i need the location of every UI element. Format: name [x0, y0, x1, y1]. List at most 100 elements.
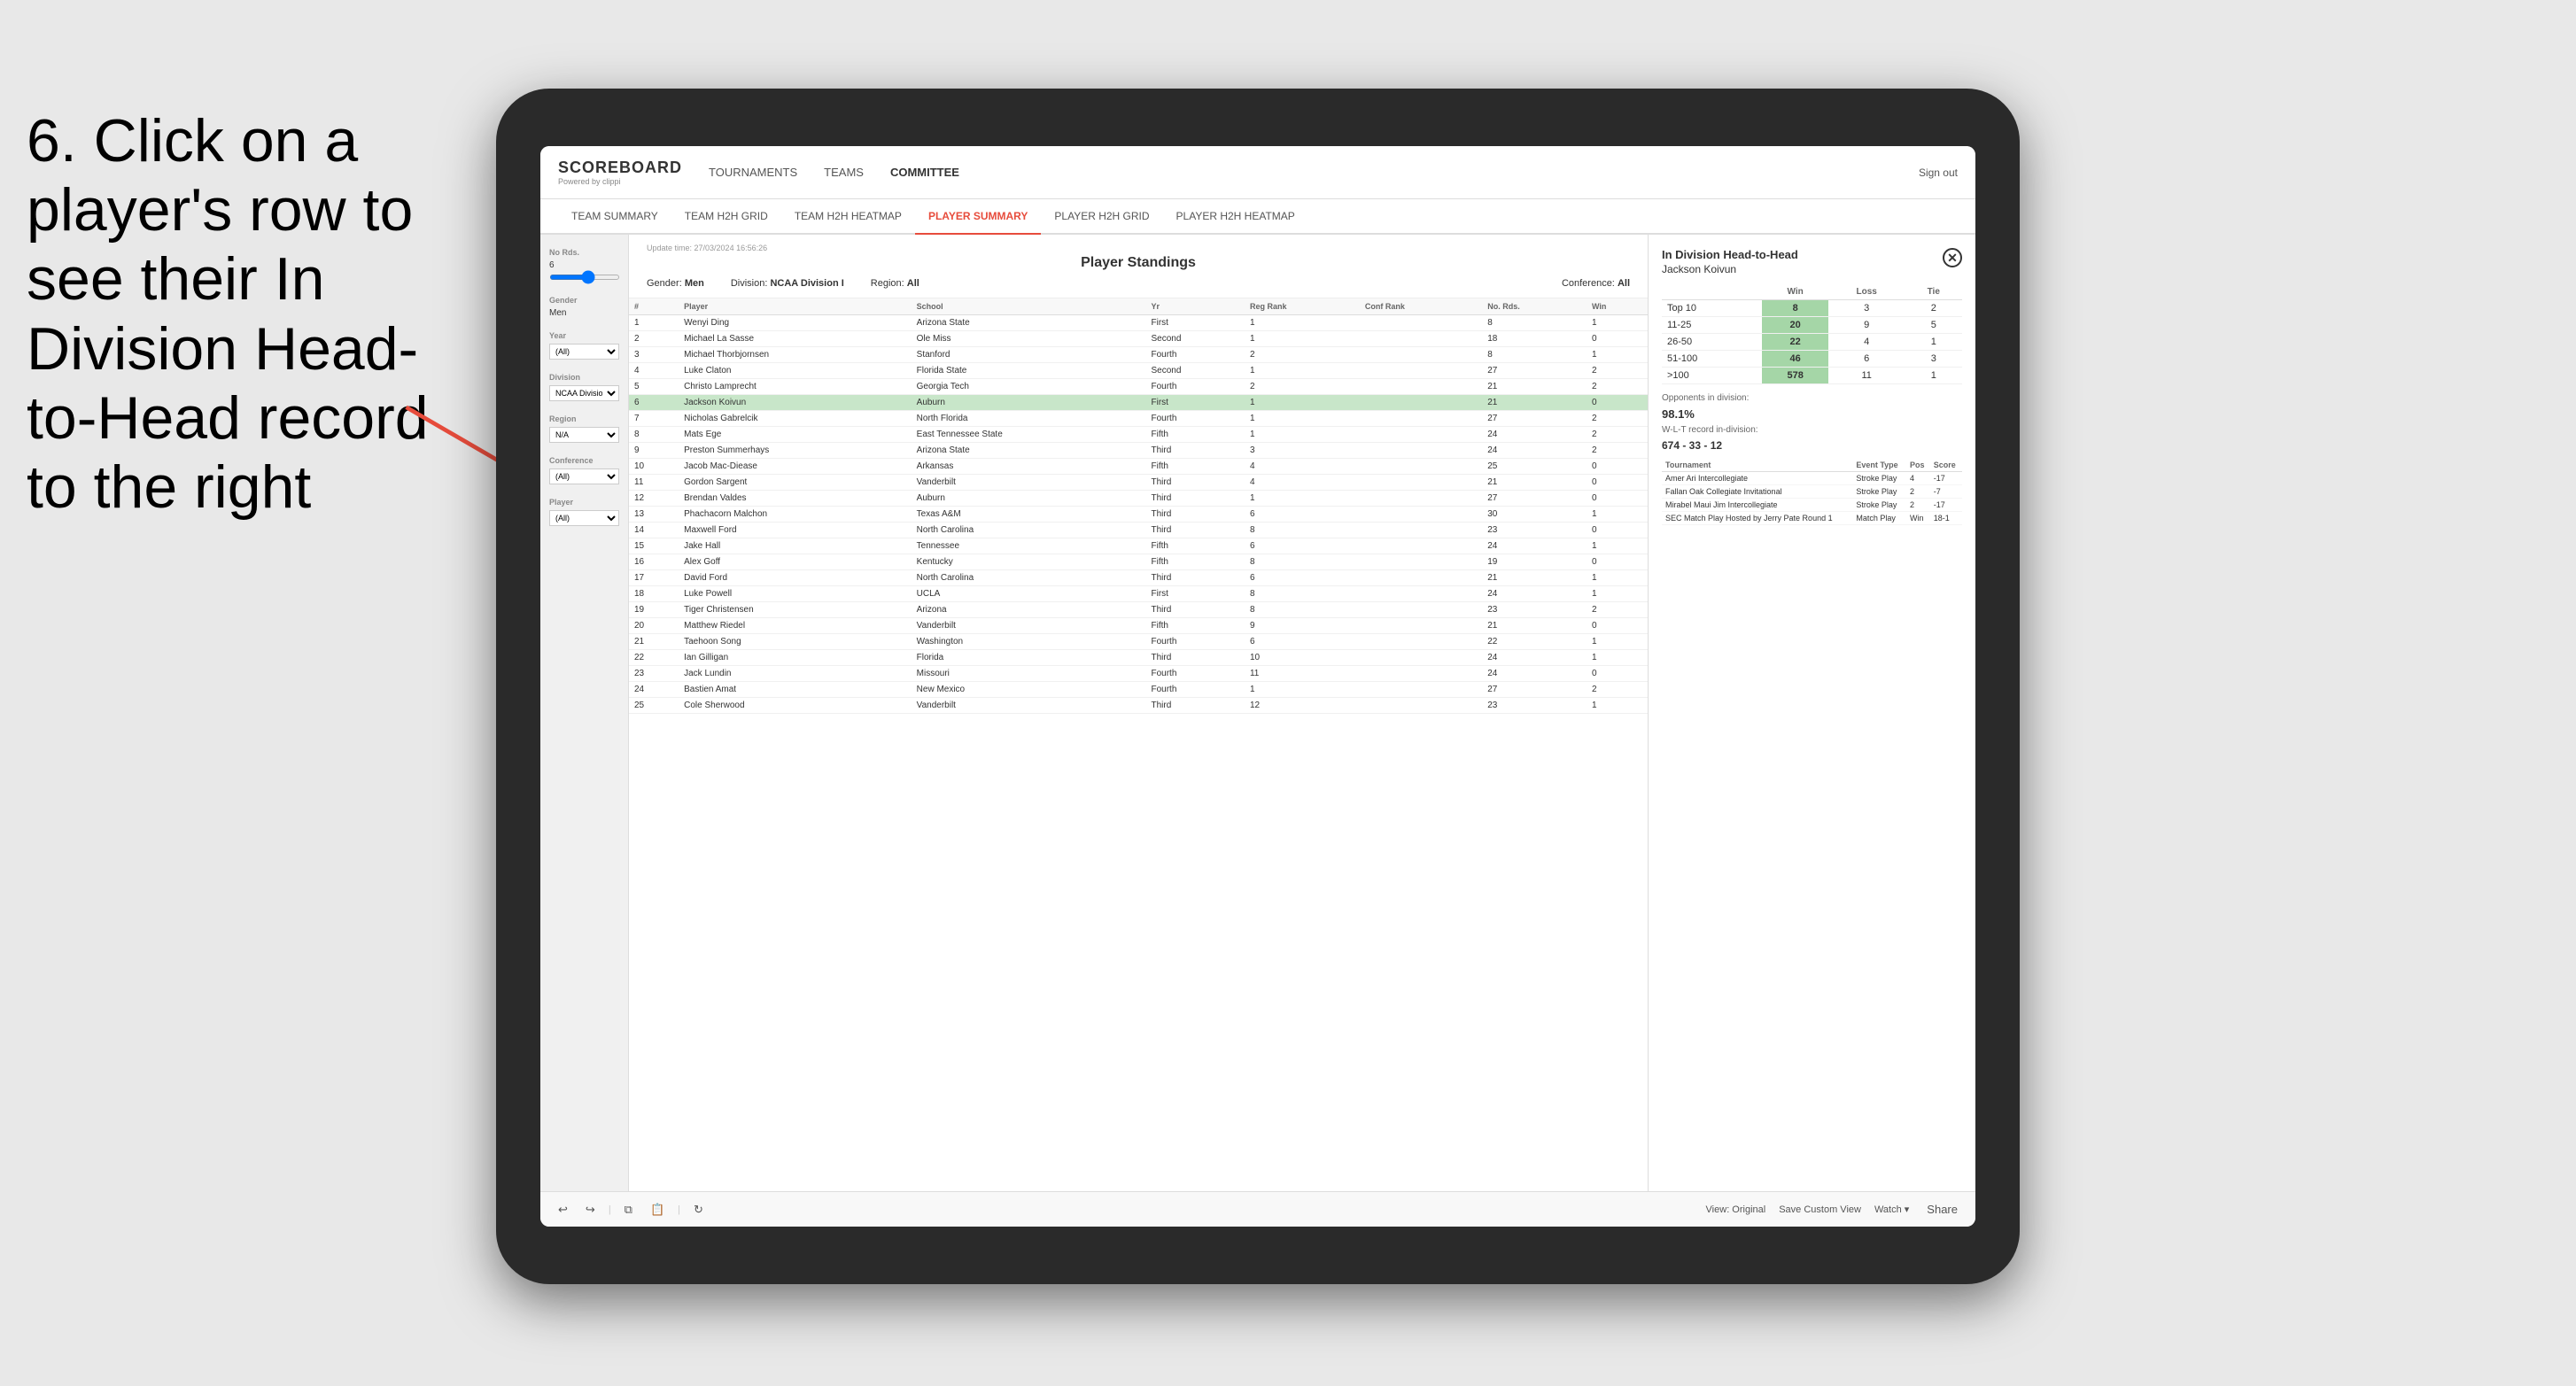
- opp-section: Opponents in division: 98.1% W-L-T recor…: [1662, 393, 1962, 452]
- refresh-btn[interactable]: ↻: [689, 1201, 708, 1219]
- watch-btn[interactable]: Watch ▾: [1874, 1204, 1909, 1215]
- sign-out-link[interactable]: Sign out: [1919, 166, 1958, 179]
- table-row[interactable]: 18 Luke Powell UCLA First 8 24 1: [629, 586, 1648, 602]
- tab-player-h2h-grid[interactable]: PLAYER H2H GRID: [1041, 199, 1162, 235]
- tab-team-summary[interactable]: TEAM SUMMARY: [558, 199, 671, 235]
- table-row[interactable]: 4 Luke Claton Florida State Second 1 27 …: [629, 363, 1648, 379]
- cell-school: Arizona: [912, 602, 1146, 618]
- tab-team-h2h-heatmap[interactable]: TEAM H2H HEATMAP: [781, 199, 915, 235]
- table-row[interactable]: 7 Nicholas Gabrelcik North Florida Fourt…: [629, 411, 1648, 427]
- table-row[interactable]: 17 David Ford North Carolina Third 6 21 …: [629, 570, 1648, 586]
- cell-yr: Third: [1146, 491, 1245, 507]
- cell-conf-rank: [1360, 538, 1482, 554]
- cell-no-rds: 8: [1482, 315, 1587, 331]
- table-row[interactable]: 22 Ian Gilligan Florida Third 10 24 1: [629, 650, 1648, 666]
- cell-player: Matthew Riedel: [679, 618, 912, 634]
- sidebar-no-rds-value: 6: [549, 260, 619, 270]
- sub-nav: TEAM SUMMARY TEAM H2H GRID TEAM H2H HEAT…: [540, 199, 1975, 235]
- table-row[interactable]: 12 Brendan Valdes Auburn Third 1 27 0: [629, 491, 1648, 507]
- sidebar-year-select[interactable]: (All): [549, 344, 619, 360]
- cell-num: 11: [629, 475, 679, 491]
- table-row[interactable]: 15 Jake Hall Tennessee Fifth 6 24 1: [629, 538, 1648, 554]
- nav-item-tournaments[interactable]: TOURNAMENTS: [709, 161, 797, 183]
- tourn-cell-name: SEC Match Play Hosted by Jerry Pate Roun…: [1662, 512, 1852, 525]
- tab-team-h2h-grid[interactable]: TEAM H2H GRID: [671, 199, 781, 235]
- table-row[interactable]: 19 Tiger Christensen Arizona Third 8 23 …: [629, 602, 1648, 618]
- h2h-cell-range: 11-25: [1662, 317, 1762, 334]
- cell-reg-rank: 12: [1245, 698, 1360, 714]
- cell-num: 18: [629, 586, 679, 602]
- cell-reg-rank: 6: [1245, 634, 1360, 650]
- table-row[interactable]: 20 Matthew Riedel Vanderbilt Fifth 9 21 …: [629, 618, 1648, 634]
- filter-gender: Gender: Men: [647, 278, 704, 289]
- table-row[interactable]: 11 Gordon Sargent Vanderbilt Third 4 21 …: [629, 475, 1648, 491]
- tab-player-h2h-heatmap[interactable]: PLAYER H2H HEATMAP: [1163, 199, 1308, 235]
- cell-num: 9: [629, 443, 679, 459]
- cell-num: 5: [629, 379, 679, 395]
- table-row[interactable]: 9 Preston Summerhays Arizona State Third…: [629, 443, 1648, 459]
- close-button[interactable]: ✕: [1943, 248, 1962, 267]
- table-row[interactable]: 16 Alex Goff Kentucky Fifth 8 19 0: [629, 554, 1648, 570]
- paste-btn[interactable]: 📋: [646, 1201, 669, 1219]
- cell-no-rds: 19: [1482, 554, 1587, 570]
- h2h-cell-loss: 9: [1828, 317, 1905, 334]
- nav-item-committee[interactable]: COMMITTEE: [890, 161, 959, 183]
- table-row[interactable]: 13 Phachacorn Malchon Texas A&M Third 6 …: [629, 507, 1648, 523]
- cell-player: Phachacorn Malchon: [679, 507, 912, 523]
- cell-yr: Third: [1146, 475, 1245, 491]
- cell-num: 24: [629, 682, 679, 698]
- cell-no-rds: 27: [1482, 363, 1587, 379]
- copy-btn[interactable]: ⧉: [620, 1201, 637, 1219]
- standings-table-scroll[interactable]: # Player School Yr Reg Rank Conf Rank No…: [629, 298, 1648, 1191]
- cell-reg-rank: 2: [1245, 379, 1360, 395]
- nav-item-teams[interactable]: TEAMS: [824, 161, 864, 183]
- cell-num: 10: [629, 459, 679, 475]
- cell-conf-rank: [1360, 427, 1482, 443]
- table-row[interactable]: 3 Michael Thorbjornsen Stanford Fourth 2…: [629, 347, 1648, 363]
- table-row[interactable]: 14 Maxwell Ford North Carolina Third 8 2…: [629, 523, 1648, 538]
- table-row[interactable]: 5 Christo Lamprecht Georgia Tech Fourth …: [629, 379, 1648, 395]
- h2h-cell-loss: 4: [1828, 334, 1905, 351]
- cell-player: Cole Sherwood: [679, 698, 912, 714]
- sidebar-division-select[interactable]: NCAA Division I: [549, 385, 619, 401]
- sidebar-player-select[interactable]: (All): [549, 510, 619, 526]
- sidebar: No Rds. 6 Gender Men Year (All) Division: [540, 235, 629, 1191]
- sidebar-conference-select[interactable]: (All): [549, 468, 619, 484]
- opp-wlt-label: W-L-T record in-division:: [1662, 425, 1758, 435]
- table-row[interactable]: 1 Wenyi Ding Arizona State First 1 8 1: [629, 315, 1648, 331]
- table-row[interactable]: 6 Jackson Koivun Auburn First 1 21 0: [629, 395, 1648, 411]
- table-row[interactable]: 2 Michael La Sasse Ole Miss Second 1 18 …: [629, 331, 1648, 347]
- cell-num: 8: [629, 427, 679, 443]
- cell-win: 2: [1587, 443, 1648, 459]
- table-row[interactable]: 10 Jacob Mac-Diease Arkansas Fifth 4 25 …: [629, 459, 1648, 475]
- tablet-screen: SCOREBOARD Powered by clippi TOURNAMENTS…: [540, 146, 1975, 1227]
- cell-num: 19: [629, 602, 679, 618]
- table-row[interactable]: 23 Jack Lundin Missouri Fourth 11 24 0: [629, 666, 1648, 682]
- col-no-rds: No. Rds.: [1482, 298, 1587, 315]
- sidebar-region-select[interactable]: N/A: [549, 427, 619, 443]
- cell-win: 1: [1587, 570, 1648, 586]
- redo-btn[interactable]: ↪: [581, 1201, 600, 1219]
- table-row[interactable]: 21 Taehoon Song Washington Fourth 6 22 1: [629, 634, 1648, 650]
- table-row[interactable]: 25 Cole Sherwood Vanderbilt Third 12 23 …: [629, 698, 1648, 714]
- cell-no-rds: 23: [1482, 698, 1587, 714]
- cell-reg-rank: 1: [1245, 491, 1360, 507]
- cell-player: Alex Goff: [679, 554, 912, 570]
- share-btn[interactable]: Share: [1922, 1201, 1962, 1218]
- h2h-cell-loss: 6: [1828, 351, 1905, 368]
- cell-yr: Fourth: [1146, 634, 1245, 650]
- no-rds-slider[interactable]: [549, 275, 620, 280]
- table-row[interactable]: 24 Bastien Amat New Mexico Fourth 1 27 2: [629, 682, 1648, 698]
- cell-conf-rank: [1360, 698, 1482, 714]
- undo-btn[interactable]: ↩: [554, 1201, 572, 1219]
- cell-conf-rank: [1360, 379, 1482, 395]
- col-conf-rank: Conf Rank: [1360, 298, 1482, 315]
- view-original-label[interactable]: View: Original: [1706, 1204, 1766, 1215]
- cell-win: 0: [1587, 331, 1648, 347]
- save-custom-label[interactable]: Save Custom View: [1779, 1204, 1861, 1215]
- table-row[interactable]: 8 Mats Ege East Tennessee State Fifth 1 …: [629, 427, 1648, 443]
- cell-player: Michael La Sasse: [679, 331, 912, 347]
- cell-no-rds: 23: [1482, 523, 1587, 538]
- tourn-cell-pos: 4: [1906, 472, 1930, 485]
- tab-player-summary[interactable]: PLAYER SUMMARY: [915, 199, 1041, 235]
